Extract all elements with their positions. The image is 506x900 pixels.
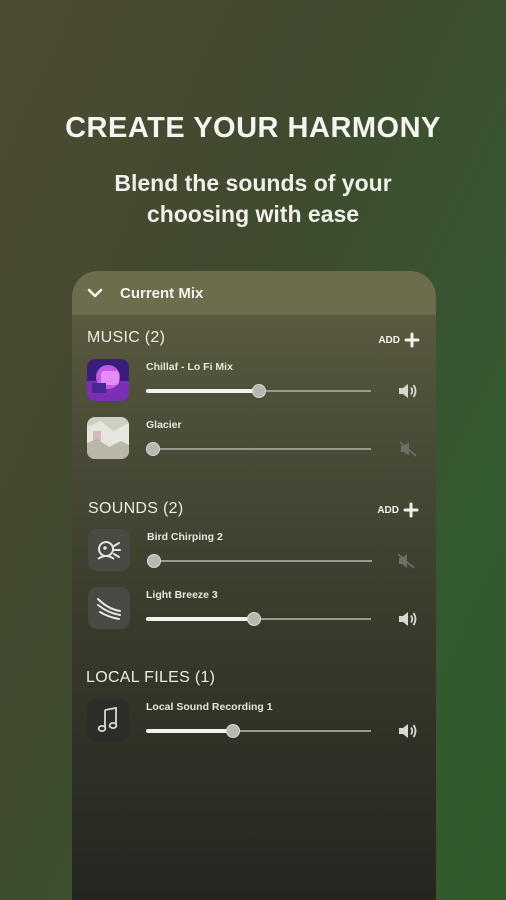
local-files-section-title: LOCAL FILES (1) (86, 669, 216, 686)
hero-subtitle-line1: Blend the sounds of your (114, 170, 392, 196)
track-name: Chillaf - Lo Fi Mix (146, 361, 233, 373)
current-mix-title: Current Mix (120, 284, 204, 302)
track-name: Bird Chirping 2 (147, 531, 223, 543)
sound-tile (87, 699, 129, 741)
bird-icon (97, 541, 121, 560)
artwork-chillaf-image (87, 359, 129, 401)
music-section-title: MUSIC (2) (87, 329, 166, 346)
track-artwork (87, 417, 129, 459)
list-item: Local Sound Recording 1 (72, 699, 436, 745)
current-mix-header[interactable]: Current Mix (72, 271, 436, 315)
track-name: Local Sound Recording 1 (146, 701, 273, 713)
speaker-muted-icon[interactable] (395, 551, 417, 571)
slider-handle[interactable] (251, 384, 266, 398)
add-label: ADD (377, 504, 399, 516)
artwork-glacier-image (87, 417, 129, 459)
plus-icon (403, 502, 419, 518)
volume-slider[interactable] (147, 554, 372, 568)
list-item: Chillaf - Lo Fi Mix (72, 359, 436, 405)
speaker-on-icon[interactable] (397, 609, 419, 629)
slider-handle[interactable] (147, 554, 161, 568)
sound-tile (88, 529, 130, 571)
add-sound-button[interactable]: ADD (377, 502, 419, 518)
volume-slider[interactable] (146, 384, 371, 398)
speaker-muted-icon[interactable] (397, 439, 419, 459)
sound-tile (88, 587, 130, 629)
track-name: Glacier (146, 419, 182, 431)
list-item: Glacier (72, 417, 436, 463)
track-artwork (87, 359, 129, 401)
hero-subtitle-line2: choosing with ease (146, 201, 360, 227)
slider-handle[interactable] (146, 442, 160, 456)
chevron-down-icon[interactable] (86, 284, 104, 302)
list-item: Bird Chirping 2 (72, 529, 436, 575)
hero-subtitle: Blend the sounds of your choosing with e… (0, 168, 506, 230)
current-mix-panel: Current Mix MUSIC (2) ADD Chillaf - Lo F… (72, 271, 436, 900)
list-item: Light Breeze 3 (72, 587, 436, 633)
volume-slider[interactable] (146, 724, 371, 738)
track-name: Light Breeze 3 (146, 589, 218, 601)
volume-slider[interactable] (146, 612, 371, 626)
sounds-section-title: SOUNDS (2) (88, 500, 184, 517)
speaker-on-icon[interactable] (397, 721, 419, 741)
wind-icon (97, 598, 121, 620)
volume-slider[interactable] (146, 442, 371, 456)
slider-handle[interactable] (247, 612, 262, 626)
speaker-on-icon[interactable] (397, 381, 419, 401)
hero-title: CREATE YOUR HARMONY (65, 112, 441, 144)
music-note-icon (97, 706, 118, 732)
add-music-button[interactable]: ADD (378, 332, 420, 348)
plus-icon (404, 332, 420, 348)
slider-handle[interactable] (226, 724, 241, 738)
add-label: ADD (378, 334, 400, 346)
